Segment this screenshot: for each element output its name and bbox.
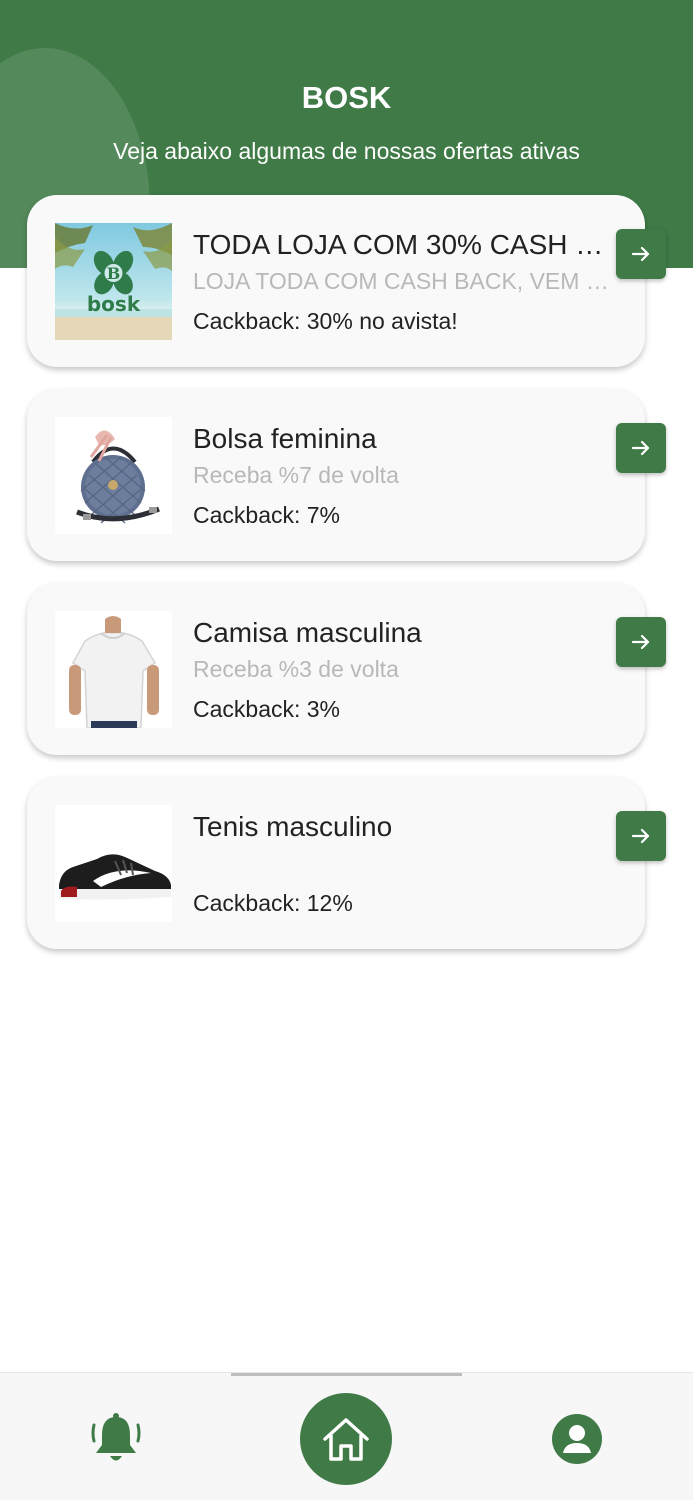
profile-button[interactable] xyxy=(551,1413,603,1465)
offer-image-sneaker xyxy=(55,805,172,922)
offer-cashback: Cackback: 7% xyxy=(193,502,341,528)
arrow-right-icon xyxy=(631,440,650,456)
open-offer-button[interactable] xyxy=(616,811,666,861)
arrow-right-icon xyxy=(631,828,650,844)
offer-card[interactable]: Tenis masculino Cackback: 12% xyxy=(27,777,645,949)
open-offer-button[interactable] xyxy=(616,617,666,667)
arrow-right-icon xyxy=(631,634,650,650)
notifications-button[interactable] xyxy=(90,1411,142,1467)
home-button[interactable] xyxy=(300,1393,392,1485)
offer-description: Receba %3 de volta xyxy=(193,656,399,682)
offer-description: Receba %7 de volta xyxy=(193,462,399,488)
offer-title: Camisa masculina xyxy=(193,617,422,648)
offer-card[interactable]: Bolsa feminina Receba %7 de volta Cackba… xyxy=(27,389,645,561)
offer-image-bosk: B bosk xyxy=(55,223,172,340)
offer-cashback: Cackback: 30% no avista! xyxy=(193,308,458,334)
active-tab-indicator xyxy=(231,1373,462,1376)
offer-description: LOJA TODA COM CASH BACK, VEM CONFERIR xyxy=(193,268,618,294)
open-offer-button[interactable] xyxy=(616,423,666,473)
offer-image-handbag xyxy=(55,417,172,534)
page-subtitle: Veja abaixo algumas de nossas ofertas at… xyxy=(113,138,580,164)
offer-title: TODA LOJA COM 30% CASH BACK xyxy=(193,229,618,260)
arrow-right-icon xyxy=(631,246,650,262)
offer-card[interactable]: Camisa masculina Receba %3 de volta Cack… xyxy=(27,583,645,755)
bottom-navigation xyxy=(0,1372,693,1500)
home-icon xyxy=(323,1418,369,1461)
svg-text:B: B xyxy=(107,264,121,283)
offer-cashback: Cackback: 12% xyxy=(193,890,353,916)
page-title: BOSK xyxy=(301,80,392,115)
offer-title: Tenis masculino xyxy=(193,811,393,842)
offer-cashback: Cackback: 3% xyxy=(193,696,341,722)
account-icon xyxy=(552,1414,602,1464)
bosk-logo-text: bosk xyxy=(87,292,141,316)
offer-title: Bolsa feminina xyxy=(193,423,377,454)
bell-icon xyxy=(91,1413,141,1461)
open-offer-button[interactable] xyxy=(616,229,666,279)
offer-card[interactable]: B bosk TODA LOJA COM 30% CASH BACK LOJA … xyxy=(27,195,645,367)
offer-image-tshirt xyxy=(55,611,172,728)
